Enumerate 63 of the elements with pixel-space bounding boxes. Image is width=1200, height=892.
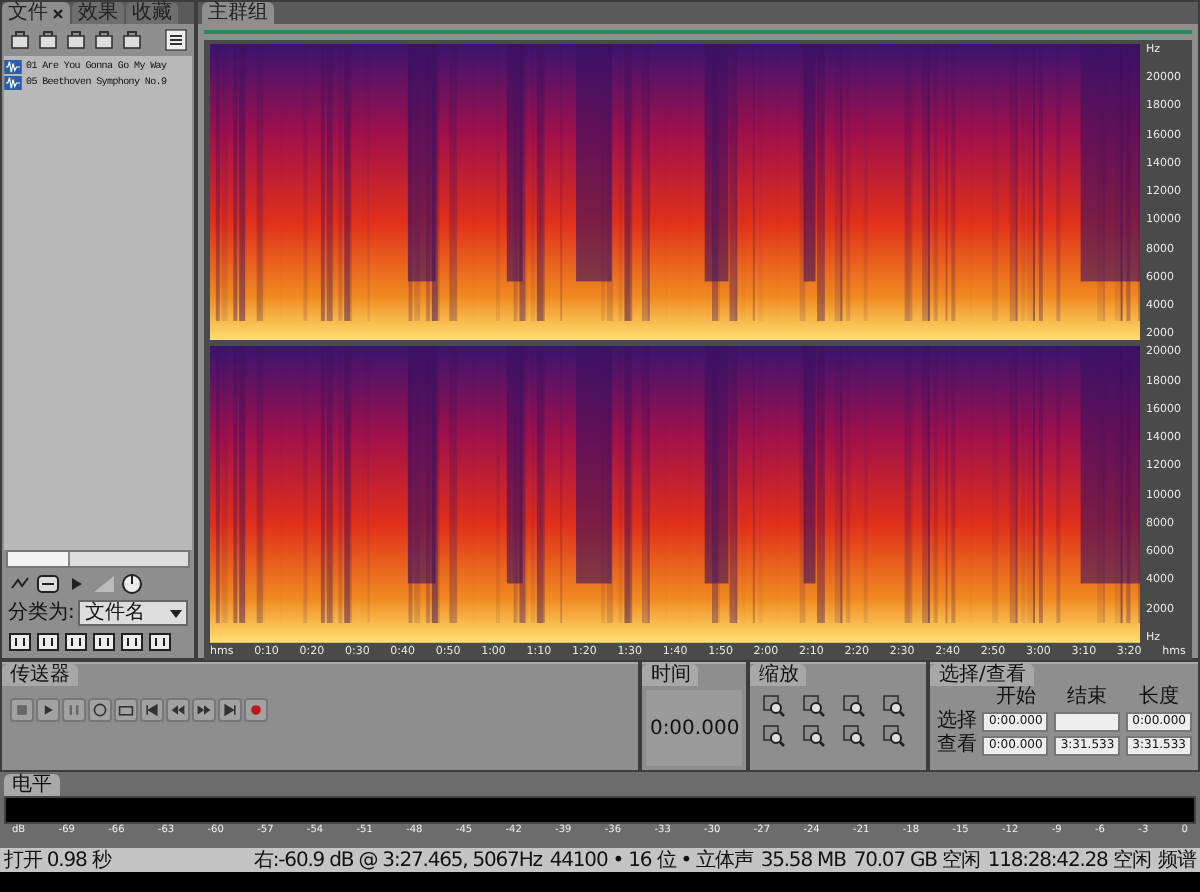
rew-icon bbox=[170, 702, 186, 718]
close-icon[interactable] bbox=[52, 7, 64, 19]
list-view-icon[interactable] bbox=[164, 28, 188, 52]
end-button[interactable] bbox=[218, 698, 242, 722]
rec-icon bbox=[248, 702, 264, 718]
zoom-icon[interactable] bbox=[762, 724, 787, 748]
editor-tab[interactable]: 主群组 bbox=[202, 2, 274, 24]
toolbar-icon[interactable] bbox=[64, 28, 88, 52]
status-text: 频谱 bbox=[1158, 849, 1196, 871]
row-label: 查看 bbox=[936, 734, 977, 756]
sort-dropdown[interactable]: 文件名 bbox=[78, 600, 188, 626]
loop-icon[interactable] bbox=[36, 572, 60, 596]
start-icon bbox=[144, 702, 160, 718]
panel-tab[interactable]: 电平 bbox=[4, 774, 60, 796]
panel-tab[interactable]: 选择/查看 bbox=[930, 664, 1034, 686]
toolbar-icon[interactable] bbox=[120, 28, 144, 52]
row-label: 选择 bbox=[936, 710, 977, 732]
zoom-icon[interactable] bbox=[882, 694, 907, 718]
zoom-icon[interactable] bbox=[882, 724, 907, 748]
status-text: 44100 • 16 位 • 立体声 bbox=[549, 849, 753, 871]
sort-label: 分类为: bbox=[8, 602, 75, 624]
time-display: 0:00.000 bbox=[646, 690, 743, 766]
fwd-icon bbox=[196, 702, 212, 718]
panel-tab[interactable]: 时间 bbox=[642, 664, 699, 686]
caret-icon bbox=[170, 607, 182, 619]
end-icon bbox=[222, 702, 238, 718]
toolbar-icon[interactable] bbox=[8, 28, 32, 52]
zoom-icon[interactable] bbox=[842, 724, 867, 748]
status-text: 70.07 GB 空闲 bbox=[853, 849, 980, 871]
rew-button[interactable] bbox=[166, 698, 190, 722]
fwd-button[interactable] bbox=[192, 698, 216, 722]
zoom-icon[interactable] bbox=[762, 694, 787, 718]
filter-icon[interactable] bbox=[8, 630, 32, 654]
start-button[interactable] bbox=[140, 698, 164, 722]
stop-icon bbox=[14, 702, 30, 718]
loop-icon bbox=[92, 702, 108, 718]
status-text: 打开 0.98 秒 bbox=[4, 849, 114, 871]
column-header: 长度 bbox=[1137, 686, 1182, 708]
filter-icon[interactable] bbox=[36, 630, 60, 654]
pause-icon bbox=[66, 702, 82, 718]
horizontal-scrollbar[interactable] bbox=[6, 550, 190, 568]
time-field[interactable] bbox=[1054, 711, 1121, 731]
play-icon bbox=[40, 702, 56, 718]
zoom-icon[interactable] bbox=[802, 724, 827, 748]
toolbar-icon[interactable] bbox=[36, 28, 60, 52]
column-header: 结束 bbox=[1065, 686, 1110, 708]
panel-tab[interactable]: 文件 bbox=[2, 2, 70, 24]
toolbar-icon[interactable] bbox=[92, 28, 116, 52]
zoom-icon[interactable] bbox=[842, 694, 867, 718]
status-text: 35.58 MB bbox=[760, 849, 846, 871]
column-header: 开始 bbox=[993, 686, 1038, 708]
status-text: 118:28:42.28 空闲 bbox=[987, 849, 1151, 871]
filter-icon[interactable] bbox=[92, 630, 116, 654]
zoom-icon[interactable] bbox=[802, 694, 827, 718]
filter-icon[interactable] bbox=[120, 630, 144, 654]
filter-icon[interactable] bbox=[64, 630, 88, 654]
loop-button[interactable] bbox=[88, 698, 112, 722]
knob-icon[interactable] bbox=[120, 572, 144, 596]
status-text: 右:-60.9 dB @ 3:27.465, 5067Hz bbox=[254, 849, 542, 871]
filter-icon[interactable] bbox=[148, 630, 172, 654]
panel-tab[interactable]: 传送器 bbox=[2, 664, 78, 686]
play-button[interactable] bbox=[36, 698, 60, 722]
panel-tab[interactable]: 缩放 bbox=[750, 664, 807, 686]
